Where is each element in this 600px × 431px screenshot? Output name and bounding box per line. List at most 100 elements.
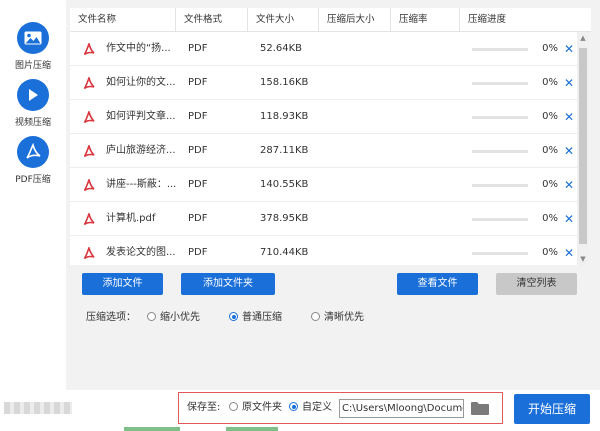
pdf-file-icon <box>83 245 95 260</box>
file-format: PDF <box>188 179 208 190</box>
table-row[interactable]: 计算机.pdf PDF 378.95KB 0% ✕ <box>70 202 585 236</box>
column-header-progress: 压缩进度 <box>468 14 507 25</box>
sidebar-item-label: 视频压缩 <box>14 118 51 128</box>
sidebar-item-label: PDF压缩 <box>15 175 51 185</box>
compress-options-label: 压缩选项： <box>86 312 136 323</box>
play-icon <box>17 79 49 111</box>
file-size: 118.93KB <box>260 111 309 122</box>
file-name: 如何让你的文... <box>106 77 176 88</box>
pdf-icon <box>17 136 49 168</box>
scroll-down-arrow-icon[interactable]: ▼ <box>579 255 587 263</box>
pdf-file-icon <box>83 143 95 158</box>
sidebar-item-video-compress[interactable]: 视频压缩 <box>0 79 66 128</box>
option-label: 原文件夹 <box>242 402 282 413</box>
column-header-format: 文件格式 <box>176 8 248 32</box>
clear-list-button[interactable]: 清空列表 <box>496 273 577 295</box>
start-compress-button[interactable]: 开始压缩 <box>514 394 590 424</box>
table-header: 文件名称 文件格式 文件大小 压缩后大小 压缩率 压缩进度 <box>70 8 591 32</box>
compress-option-clarity[interactable]: 清晰优先 <box>311 310 364 326</box>
pdf-file-icon <box>83 211 95 226</box>
option-label: 自定义 <box>302 402 332 413</box>
radio-button[interactable] <box>229 312 238 321</box>
file-size: 710.44KB <box>260 247 309 258</box>
column-header-size: 文件大小 <box>248 8 319 32</box>
close-icon[interactable]: ✕ <box>564 168 574 202</box>
progress-bar <box>472 252 528 255</box>
close-icon[interactable]: ✕ <box>564 100 574 134</box>
file-size: 158.16KB <box>260 77 309 88</box>
progress-bar <box>472 184 528 187</box>
progress-percent: 0% <box>542 145 558 156</box>
column-header-compressed-size: 压缩后大小 <box>319 8 391 32</box>
sidebar-item-image-compress[interactable]: 图片压缩 <box>0 22 66 71</box>
progress-bar <box>472 48 528 51</box>
radio-button[interactable] <box>147 312 156 321</box>
file-size: 140.55KB <box>260 179 309 190</box>
compress-option-normal[interactable]: 普通压缩 <box>229 310 282 326</box>
save-option-original-folder[interactable]: 原文件夹 <box>229 393 282 423</box>
progress-bar <box>472 82 528 85</box>
sidebar-item-label: 图片压缩 <box>14 61 51 71</box>
progress-percent: 0% <box>542 179 558 190</box>
progress-percent: 0% <box>542 111 558 122</box>
pdf-file-icon <box>83 75 95 90</box>
pdf-file-icon <box>83 41 95 56</box>
add-file-button[interactable]: 添加文件 <box>82 273 163 295</box>
sidebar-item-pdf-compress[interactable]: PDF压缩 <box>0 136 66 185</box>
view-file-button[interactable]: 查看文件 <box>397 273 478 295</box>
table-row[interactable]: 如何评判文章... PDF 118.93KB 0% ✕ <box>70 100 585 134</box>
column-header-name: 文件名称 <box>70 8 176 32</box>
table-row[interactable]: 讲座---斯蔽：... PDF 140.55KB 0% ✕ <box>70 168 585 202</box>
image-icon <box>17 22 49 54</box>
file-name: 庐山旅游经济... <box>106 145 176 156</box>
main-panel: 文件名称 文件格式 文件大小 压缩后大小 压缩率 压缩进度 作文中的“扬... P… <box>66 0 600 390</box>
file-name: 如何评判文章... <box>106 111 176 122</box>
option-label: 普通压缩 <box>242 312 282 323</box>
save-label: 保存至: <box>187 402 221 413</box>
add-folder-button[interactable]: 添加文件夹 <box>181 273 275 295</box>
progress-percent: 0% <box>542 43 558 54</box>
file-format: PDF <box>188 111 208 122</box>
close-icon[interactable]: ✕ <box>564 236 574 265</box>
file-format: PDF <box>188 77 208 88</box>
file-name: 讲座---斯蔽：... <box>106 179 177 190</box>
file-size: 52.64KB <box>260 43 303 54</box>
radio-button[interactable] <box>311 312 320 321</box>
file-size: 378.95KB <box>260 213 309 224</box>
table-row[interactable]: 庐山旅游经济... PDF 287.11KB 0% ✕ <box>70 134 585 168</box>
radio-button[interactable] <box>289 402 298 411</box>
table-row[interactable]: 如何让你的文... PDF 158.16KB 0% ✕ <box>70 66 585 100</box>
file-format: PDF <box>188 247 208 258</box>
table-row[interactable]: 发表论文的图... PDF 710.44KB 0% ✕ <box>70 236 585 265</box>
scroll-up-arrow-icon[interactable]: ▲ <box>579 34 587 42</box>
progress-percent: 0% <box>542 213 558 224</box>
progress-bar <box>472 150 528 153</box>
compress-options: 压缩选项： <box>86 310 136 326</box>
progress-percent: 0% <box>542 77 558 88</box>
table-row[interactable]: 作文中的“扬... PDF 52.64KB 0% ✕ <box>70 32 585 66</box>
save-path-input[interactable]: C:\Users\Mloong\Documents <box>339 399 464 418</box>
save-location: 保存至: 原文件夹 自定义 C:\Users\Mloong\Documents <box>178 392 503 424</box>
bottom-strip <box>0 427 600 431</box>
compress-option-smaller[interactable]: 缩小优先 <box>147 310 200 326</box>
close-icon[interactable]: ✕ <box>564 66 574 100</box>
pdf-file-icon <box>83 109 95 124</box>
blurred-text <box>4 402 72 414</box>
file-name: 发表论文的图... <box>106 247 176 258</box>
file-name: 作文中的“扬... <box>106 43 171 54</box>
progress-percent: 0% <box>542 247 558 258</box>
folder-icon[interactable] <box>471 401 489 415</box>
sidebar: 图片压缩 视频压缩 PDF压缩 <box>0 0 66 390</box>
radio-button[interactable] <box>229 402 238 411</box>
scrollbar-thumb[interactable] <box>579 48 587 244</box>
close-icon[interactable]: ✕ <box>564 134 574 168</box>
progress-bar <box>472 116 528 119</box>
progress-bar <box>472 218 528 221</box>
close-icon[interactable]: ✕ <box>564 32 574 66</box>
save-option-custom[interactable]: 自定义 <box>289 393 332 423</box>
option-label: 清晰优先 <box>324 312 364 323</box>
scrollbar[interactable]: ▲ ▼ <box>577 32 589 265</box>
column-header-ratio: 压缩率 <box>391 8 460 32</box>
close-icon[interactable]: ✕ <box>564 202 574 236</box>
file-format: PDF <box>188 145 208 156</box>
